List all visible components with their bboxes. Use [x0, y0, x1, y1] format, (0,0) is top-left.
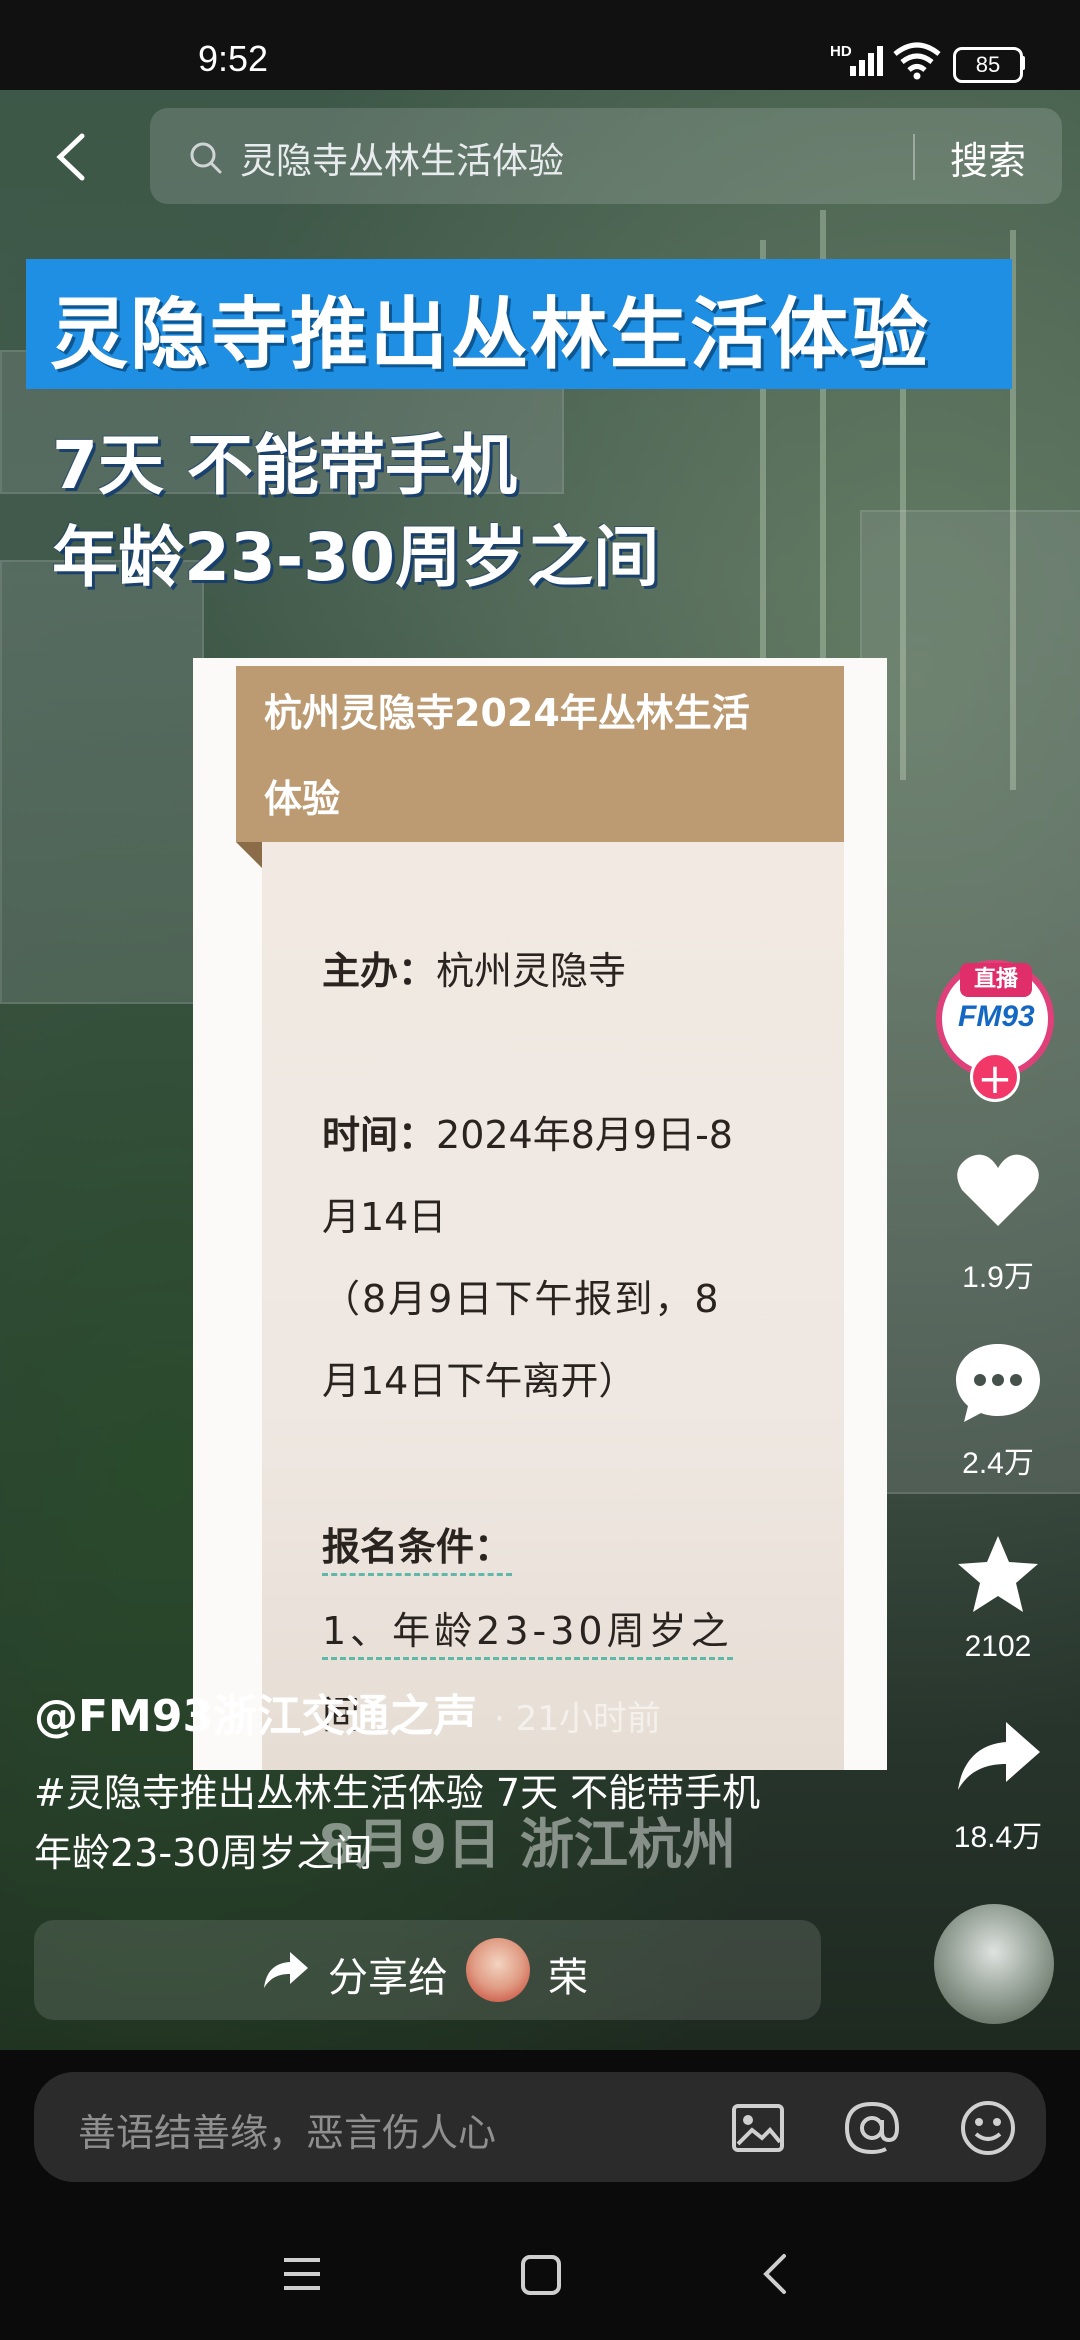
signal-icon: HD: [830, 40, 890, 84]
organizer-row: 主办：杭州灵隐寺: [322, 940, 626, 995]
network-type: HD: [830, 43, 852, 60]
wifi-icon: [892, 42, 942, 84]
video-description-line-1[interactable]: #灵隐寺推出丛林生活体验 7天 不能带手机: [34, 1762, 760, 1817]
contact-name[interactable]: 荣: [548, 1945, 588, 2003]
battery-tip: [1020, 56, 1025, 70]
card-title-line-1: 杭州灵隐寺2024年丛林生活: [264, 691, 750, 735]
time-note-2: 月14日下午离开）: [322, 1359, 637, 1403]
search-button[interactable]: 搜索: [950, 130, 1026, 185]
emoji-icon[interactable]: [958, 2098, 1018, 2162]
post-time: · 21小时前: [494, 1699, 661, 1739]
video-subtitle-2: 年龄23-30周岁之间: [52, 519, 660, 596]
time-value: 2024年8月9日-8: [436, 1113, 733, 1157]
organizer-value: 杭州灵隐寺: [436, 949, 627, 993]
comment-count: 2.4万: [962, 1447, 1034, 1480]
video-subtitle-1: 7天 不能带手机: [52, 427, 517, 504]
live-badge: 直播: [960, 963, 1032, 997]
share-label-text: 分享给: [328, 1955, 448, 2001]
like-icon[interactable]: [954, 1150, 1042, 1234]
fm93-logo: FM93: [958, 1000, 1035, 1033]
share-count: 18.4万: [953, 1821, 1043, 1854]
requirement-1: 1、年龄23-30周岁之: [322, 1600, 733, 1660]
comment-placeholder: 善语结善缘，恶言伤人心: [78, 2111, 497, 2155]
time-value-cont: 月14日: [322, 1195, 447, 1239]
time-note-1: （8月9日下午报到，8: [322, 1277, 721, 1321]
divider: [913, 134, 915, 180]
requirement-1-text: 1、年龄23-30周岁之: [322, 1609, 733, 1660]
card-title: 杭州灵隐寺2024年丛林生活 体验: [264, 670, 844, 842]
requirements-label: 报名条件：: [322, 1516, 513, 1576]
mention-icon[interactable]: [842, 2098, 902, 2162]
battery-icon: 85: [953, 47, 1023, 83]
home-nav-icon[interactable]: [520, 2254, 562, 2300]
video-description-line-2[interactable]: 年龄23-30周岁之间: [34, 1822, 372, 1877]
time-label: 时间：: [322, 1113, 437, 1157]
status-time: 9:52: [198, 38, 269, 79]
music-disc[interactable]: [934, 1904, 1054, 2024]
share-label: 分享给: [328, 1945, 448, 2003]
menu-nav-icon[interactable]: [280, 2254, 324, 2298]
favorite-count: 2102: [964, 1630, 1032, 1663]
back-nav-icon[interactable]: [760, 2252, 790, 2300]
share-icon[interactable]: [954, 1718, 1042, 1802]
search-icon: [188, 140, 224, 180]
favorite-icon[interactable]: [954, 1532, 1042, 1622]
organizer-label: 主办：: [322, 949, 437, 993]
follow-button[interactable]: +: [970, 1052, 1020, 1103]
time-row: 时间：2024年8月9日-8: [322, 1104, 733, 1159]
video-headline: 灵隐寺推出丛林生活体验: [50, 290, 931, 380]
image-icon[interactable]: [730, 2100, 786, 2160]
share-arrow-icon: [262, 1950, 310, 1996]
requirements-label-text: 报名条件：: [322, 1525, 513, 1576]
contact-avatar[interactable]: [466, 1938, 530, 2002]
like-count: 1.9万: [962, 1261, 1034, 1294]
stone-pillar: [0, 560, 204, 1004]
card-fold: [236, 842, 262, 868]
comment-icon[interactable]: [954, 1340, 1042, 1430]
search-input[interactable]: 灵隐寺丛林生活体验: [240, 132, 564, 184]
card-title-line-2: 体验: [264, 777, 341, 821]
back-icon[interactable]: [52, 132, 92, 181]
author-name[interactable]: @FM93浙江交通之声: [34, 1680, 477, 1744]
